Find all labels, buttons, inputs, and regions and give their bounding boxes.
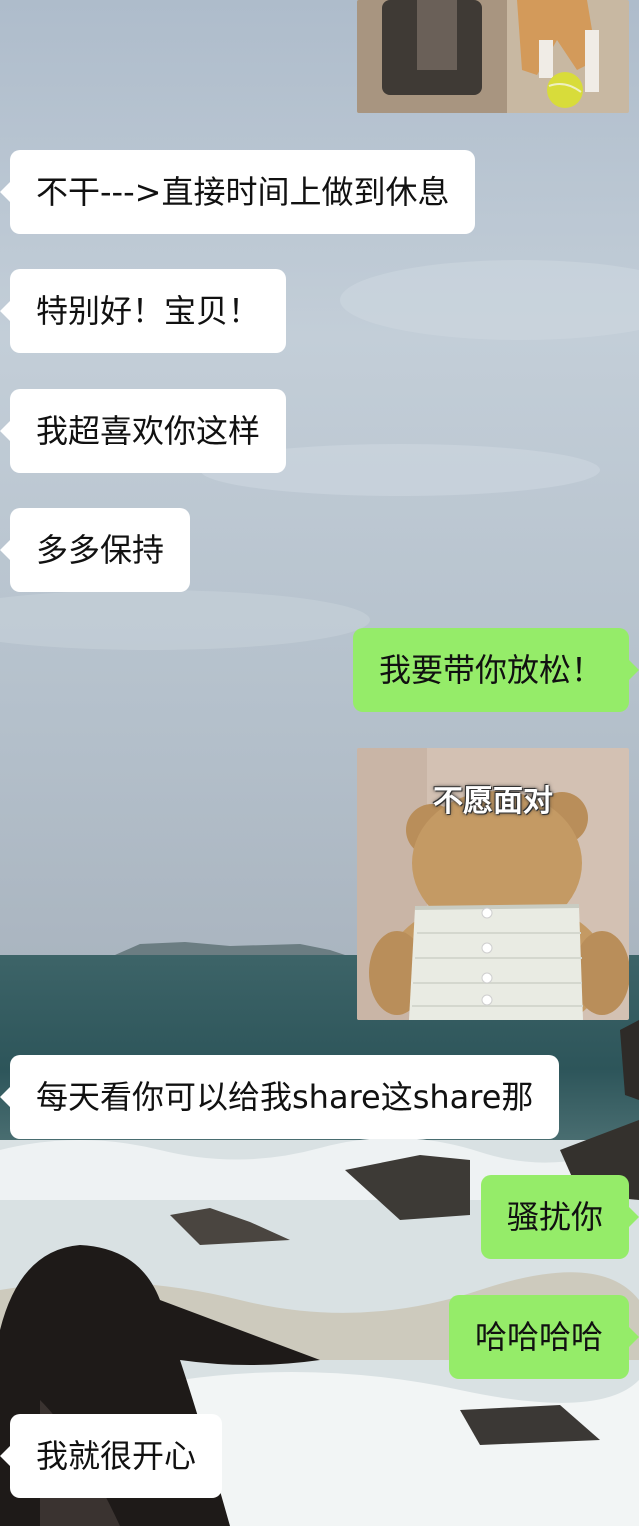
message-text: 我就很开心 — [36, 1437, 197, 1475]
message-text: 骚扰你 — [506, 1198, 603, 1236]
message-bubble[interactable]: 每天看你可以给我share这share那 — [0, 1055, 560, 1139]
message-text: 我要带你放松！ — [378, 651, 603, 689]
message-bubble[interactable]: 特别好！宝贝！ — [0, 269, 287, 353]
message-bubble[interactable]: 不干--->直接时间上做到休息 — [0, 150, 476, 234]
message-bubble[interactable]: 哈哈哈哈 — [448, 1295, 639, 1379]
message-bubble[interactable]: 骚扰你 — [480, 1175, 639, 1259]
message-text: 我超喜欢你这样 — [36, 412, 261, 450]
message-text: 特别好！宝贝！ — [36, 292, 261, 330]
message-bubble[interactable]: 我超喜欢你这样 — [0, 389, 287, 473]
bear-sticker[interactable]: 不愿面对 — [357, 748, 629, 1020]
message-bubble[interactable]: 我就很开心 — [0, 1414, 223, 1498]
message-text: 每天看你可以给我share这share那 — [36, 1078, 534, 1116]
message-text: 哈哈哈哈 — [474, 1318, 603, 1356]
message-text: 多多保持 — [36, 531, 165, 569]
message-bubble[interactable]: 我要带你放松！ — [352, 628, 639, 712]
sticker-caption: 不愿面对 — [433, 784, 553, 819]
message-text: 不干--->直接时间上做到休息 — [36, 173, 450, 211]
dog-sticker[interactable] — [357, 0, 629, 113]
dog-with-tennis-ball-icon — [357, 0, 629, 113]
message-bubble[interactable]: 多多保持 — [0, 508, 191, 592]
